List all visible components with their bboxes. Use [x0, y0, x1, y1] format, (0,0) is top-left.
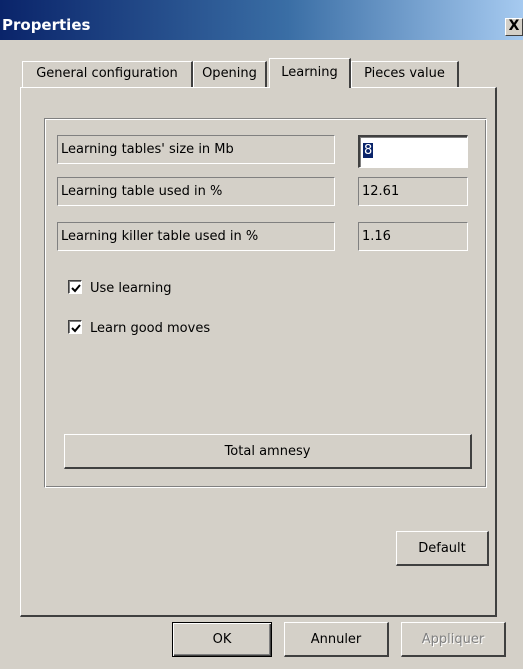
ok-button[interactable]: OK: [172, 622, 272, 657]
killer-table-used-value-text: 1.16: [362, 229, 391, 244]
total-amnesy-label: Total amnesy: [224, 444, 311, 459]
close-button[interactable]: X: [505, 18, 523, 36]
tab-opening[interactable]: Opening: [193, 61, 267, 87]
learning-groupbox: [44, 118, 487, 488]
table-size-label-text: Learning tables' size in Mb: [61, 142, 234, 157]
checkmark-icon: [71, 284, 81, 293]
table-used-value: 12.61: [358, 177, 468, 206]
tab-pieces-value[interactable]: Pieces value: [351, 61, 459, 87]
use-learning-checkbox[interactable]: Use learning: [68, 280, 171, 298]
use-learning-label: Use learning: [90, 281, 172, 296]
tab-label: Learning: [281, 65, 338, 80]
total-amnesy-button[interactable]: Total amnesy: [64, 434, 472, 469]
apply-label: Appliquer: [421, 632, 485, 647]
window-title: Properties: [2, 16, 91, 34]
tab-learning[interactable]: Learning: [269, 58, 351, 88]
killer-table-used-label: Learning killer table used in %: [57, 222, 335, 251]
cancel-button[interactable]: Annuler: [284, 622, 389, 657]
table-used-label-text: Learning table used in %: [61, 184, 223, 199]
ok-label: OK: [212, 632, 232, 647]
tab-label: Opening: [202, 66, 257, 81]
table-size-label: Learning tables' size in Mb: [57, 135, 335, 164]
killer-table-used-label-text: Learning killer table used in %: [61, 229, 259, 244]
cancel-label: Annuler: [310, 632, 362, 647]
apply-button[interactable]: Appliquer: [401, 622, 506, 657]
tab-label: Pieces value: [364, 66, 445, 81]
killer-table-used-value: 1.16: [358, 222, 468, 251]
use-learning-box[interactable]: [68, 280, 82, 294]
close-icon: X: [508, 18, 520, 34]
learn-good-moves-checkbox[interactable]: Learn good moves: [68, 320, 210, 338]
table-used-value-text: 12.61: [362, 184, 400, 199]
table-size-input[interactable]: 8: [358, 135, 468, 168]
checkmark-icon: [71, 324, 81, 333]
learn-good-moves-box[interactable]: [68, 320, 82, 334]
tab-label: General configuration: [36, 66, 178, 81]
table-size-value: 8: [363, 143, 374, 158]
default-label: Default: [418, 541, 466, 556]
title-bar[interactable]: Properties X: [0, 0, 523, 40]
table-used-label: Learning table used in %: [57, 177, 335, 206]
learn-good-moves-label: Learn good moves: [90, 321, 211, 336]
tab-general-configuration[interactable]: General configuration: [22, 61, 193, 87]
default-button[interactable]: Default: [396, 531, 489, 566]
properties-dialog: Properties X General configuration Openi…: [0, 0, 523, 669]
